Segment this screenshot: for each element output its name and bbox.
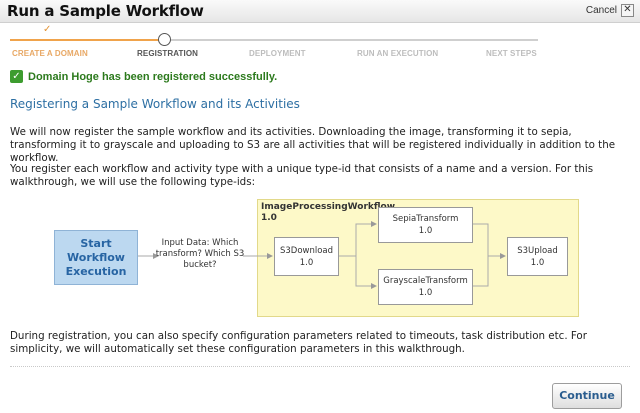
type-ids-paragraph: You register each workflow and activity … [10, 163, 594, 188]
cancel-area: Cancel ✕ [586, 4, 634, 17]
success-banner: ✓ Domain Hoge has been registered succes… [10, 70, 277, 83]
stepper-progress-line [10, 39, 164, 41]
arrow-s3download-to-grayscale [355, 256, 377, 289]
activity-version: 1.0 [418, 226, 433, 236]
step-next-steps: NEXT STEPS [486, 49, 537, 58]
step-registration: REGISTRATION [137, 49, 199, 58]
activity-name: SepiaTransform [392, 214, 459, 224]
activity-version: 1.0 [530, 257, 545, 268]
arrow-sepia-to-s3upload [472, 223, 506, 259]
activity-grayscale-transform: GrayscaleTransform 1.0 [378, 269, 473, 305]
activity-sepia-transform: SepiaTransform 1.0 [378, 207, 473, 243]
cancel-link[interactable]: Cancel [586, 5, 617, 16]
section-title: Registering a Sample Workflow and its Ac… [10, 97, 300, 111]
arrow-s3download-to-sepia [338, 221, 377, 257]
activity-version: 1.0 [418, 288, 433, 298]
step-create-domain: CREATE A DOMAIN [12, 49, 88, 58]
footer-divider [10, 366, 630, 367]
success-check-icon: ✓ [10, 70, 23, 83]
start-workflow-execution-box: Start Workflow Execution [54, 230, 138, 285]
activity-name: S3Upload [517, 245, 558, 256]
close-icon[interactable]: ✕ [621, 4, 634, 17]
success-message: Domain Hoge has been registered successf… [28, 70, 278, 83]
arrow-grayscale-to-s3upload [472, 256, 489, 287]
stepper-remaining-line [164, 39, 538, 41]
title-bar: Run a Sample Workflow Cancel ✕ [0, 0, 640, 23]
dialog-title: Run a Sample Workflow [7, 2, 204, 20]
workflow-diagram: ImageProcessingWorkflow 1.0 Start Workfl… [0, 195, 640, 320]
activity-name: S3Download [279, 245, 334, 256]
intro-paragraph: We will now register the sample workflow… [10, 126, 616, 164]
step-run-an-execution: RUN AN EXECUTION [357, 49, 439, 58]
step-current-circle-icon [158, 33, 171, 46]
activity-s3upload: S3Upload 1.0 [507, 237, 568, 276]
continue-button[interactable]: Continue [552, 383, 622, 409]
step-deployment: DEPLOYMENT [249, 49, 306, 58]
activity-s3download: S3Download 1.0 [274, 237, 339, 276]
activity-version: 1.0 [299, 257, 314, 268]
input-data-label: Input Data: Which transform? Which S3 bu… [155, 238, 245, 270]
step-complete-check-icon: ✓ [43, 24, 52, 35]
wizard-stepper: ✓ CREATE A DOMAIN REGISTRATION DEPLOYMEN… [0, 22, 640, 64]
config-paragraph: During registration, you can also specif… [10, 330, 587, 355]
activity-name: GrayscaleTransform [383, 276, 468, 286]
